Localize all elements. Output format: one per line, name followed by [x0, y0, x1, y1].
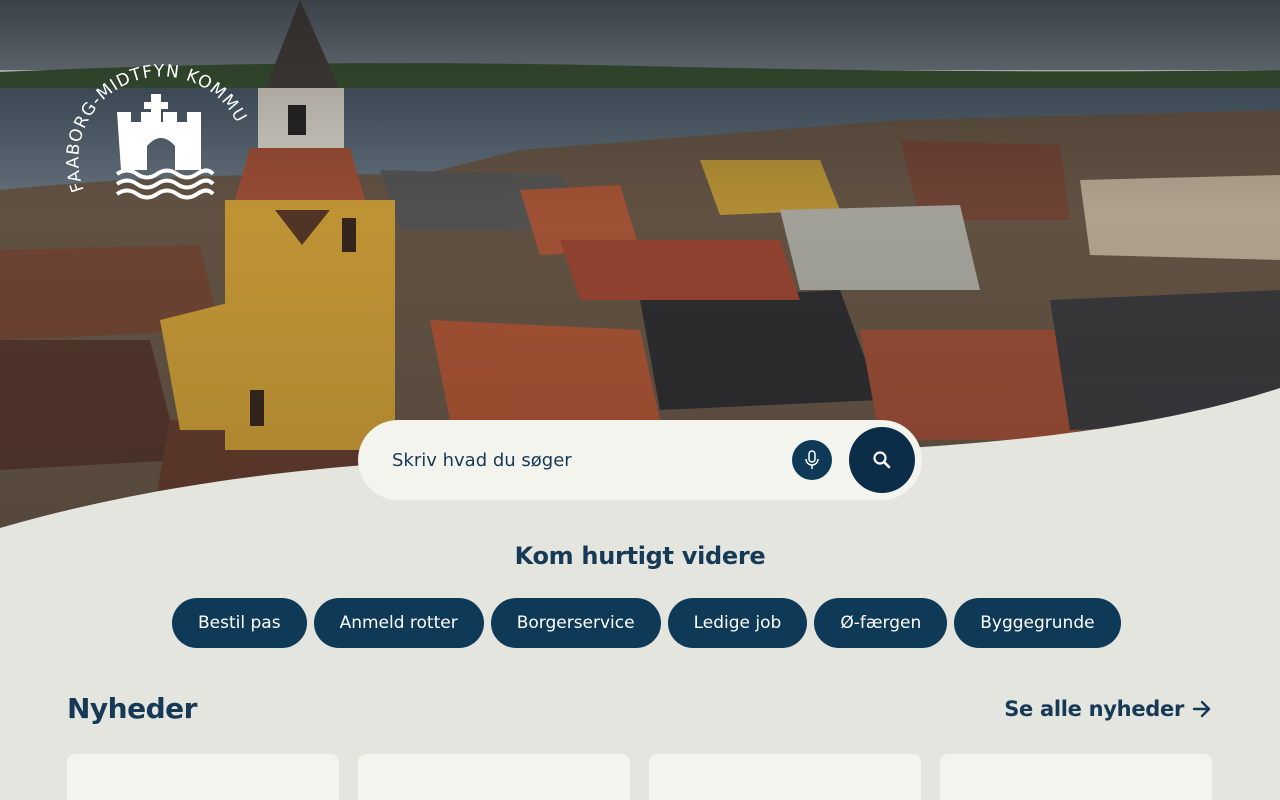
quick-links-title: Kom hurtigt videre	[514, 542, 766, 570]
quick-link-byggegrunde[interactable]: Byggegrunde	[954, 598, 1121, 648]
see-all-news-label: Se alle nyheder	[1004, 697, 1184, 721]
news-card[interactable]	[649, 754, 921, 800]
municipality-logo[interactable]: FAABORG-MIDTFYN KOMMUNE	[55, 35, 252, 200]
quick-links: Bestil pas Anmeld rotter Borgerservice L…	[172, 598, 1121, 648]
news-cards	[67, 754, 1212, 800]
quick-link-bestil-pas[interactable]: Bestil pas	[172, 598, 307, 648]
quick-link-ledige-job[interactable]: Ledige job	[667, 598, 808, 648]
castle-emblem-icon	[117, 94, 201, 170]
news-card[interactable]	[67, 754, 339, 800]
search-button[interactable]	[849, 427, 915, 493]
voice-search-button[interactable]	[792, 440, 832, 480]
news-card[interactable]	[358, 754, 630, 800]
waves-icon	[115, 168, 215, 200]
search-bar	[358, 420, 922, 500]
quick-link-o-faergen[interactable]: Ø-færgen	[814, 598, 948, 648]
see-all-news-link[interactable]: Se alle nyheder	[1004, 697, 1212, 721]
quick-link-borgerservice[interactable]: Borgerservice	[490, 598, 661, 648]
microphone-icon	[805, 450, 819, 469]
arrow-right-icon	[1192, 700, 1211, 718]
search-input[interactable]	[392, 446, 772, 474]
quick-link-anmeld-rotter[interactable]: Anmeld rotter	[313, 598, 484, 648]
news-heading: Nyheder	[67, 692, 197, 725]
news-card[interactable]	[940, 754, 1212, 800]
search-icon	[873, 451, 891, 469]
